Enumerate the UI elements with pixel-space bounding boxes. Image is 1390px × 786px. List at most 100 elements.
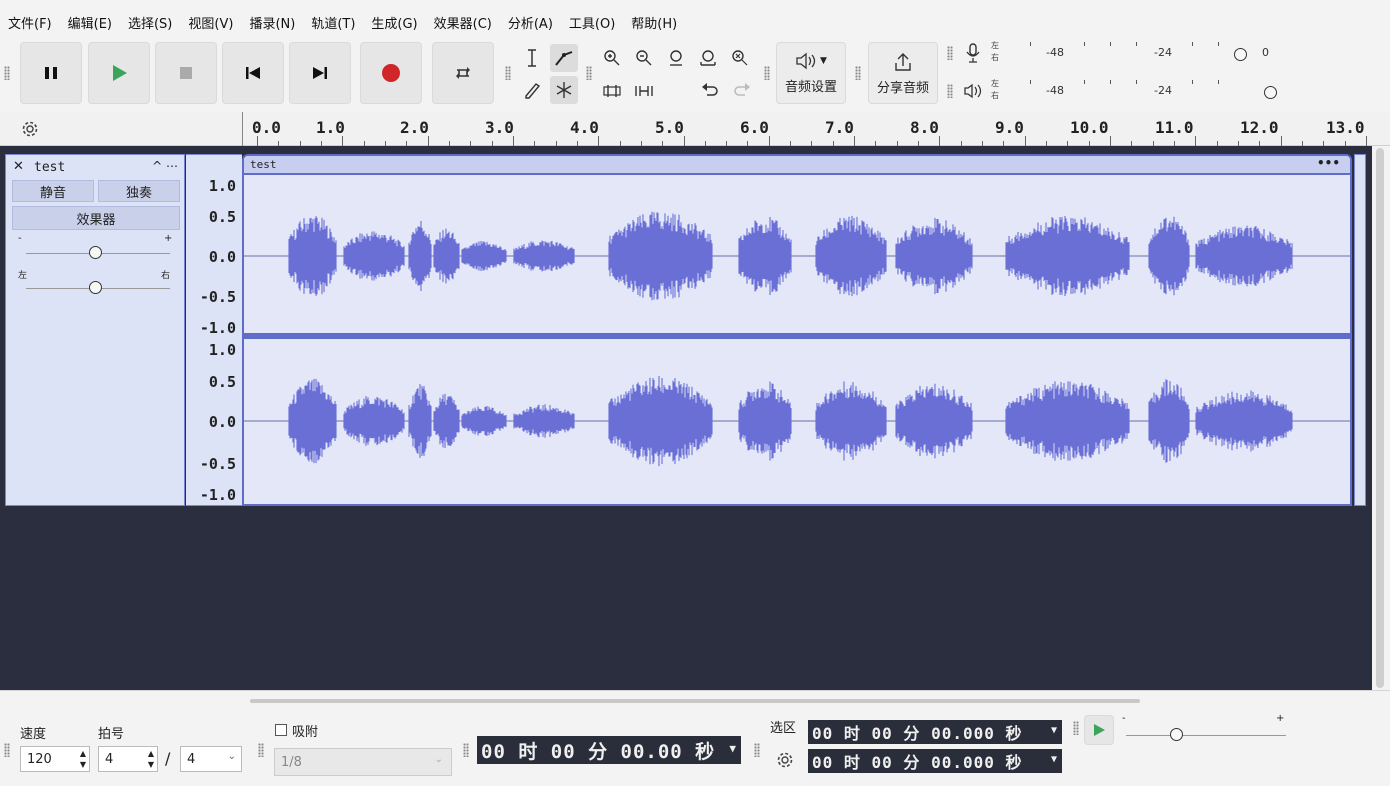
redo-icon[interactable]: [728, 78, 756, 104]
play-icon: [113, 65, 127, 81]
menu-tracks[interactable]: 轨道(T): [311, 13, 355, 32]
selection-end-value: 00 时 00 分 00.000 秒: [812, 753, 1023, 772]
zoom-in-icon[interactable]: [598, 44, 626, 72]
vertical-scroll-handle[interactable]: [1354, 154, 1366, 506]
record-button[interactable]: [360, 42, 422, 104]
microphone-icon[interactable]: [960, 40, 986, 66]
time-display[interactable]: 00 时 00 分 00.00 秒 ▼: [477, 736, 741, 764]
audio-clip[interactable]: test •••: [242, 154, 1352, 506]
stop-button[interactable]: [155, 42, 217, 104]
snap-select[interactable]: 1/8 ⌄: [274, 748, 452, 776]
menu-tools[interactable]: 工具(O): [569, 13, 615, 32]
share-upload-icon: [895, 52, 911, 71]
play-meter-scale-48: -48: [1046, 84, 1064, 97]
menu-help[interactable]: 帮助(H): [631, 13, 677, 32]
meter-tick: [1136, 80, 1137, 84]
ruler-label: 8.0: [910, 118, 939, 137]
toolbar-grip[interactable]: [258, 743, 264, 757]
toolbar-grip[interactable]: [855, 66, 861, 80]
pause-button[interactable]: [20, 42, 82, 104]
scale-label: 0.0: [208, 413, 236, 431]
selection-tool-icon[interactable]: [518, 44, 546, 72]
beats-lower-select[interactable]: 4 ⌄: [180, 746, 242, 772]
playback-speed-knob[interactable]: [1170, 728, 1183, 741]
toolbar-grip[interactable]: [764, 66, 770, 80]
ruler-label: 12.0: [1240, 118, 1279, 137]
toolbar-grip[interactable]: [586, 66, 592, 80]
track-name[interactable]: test: [34, 160, 65, 175]
scale-label: 0.5: [208, 208, 236, 226]
toolbar-grip[interactable]: [4, 66, 10, 80]
dropdown-arrow-icon[interactable]: ▼: [729, 742, 737, 755]
envelope-tool-icon[interactable]: [550, 44, 578, 72]
menu-select[interactable]: 选择(S): [128, 13, 172, 32]
selection-settings-gear-icon[interactable]: [772, 747, 798, 773]
record-meter[interactable]: -48 -24 0: [1006, 40, 1280, 70]
undo-icon[interactable]: [696, 78, 724, 104]
silence-icon[interactable]: [630, 78, 658, 104]
beats-upper-input[interactable]: 4 ▲ ▼: [98, 746, 158, 772]
zoom-toggle-icon[interactable]: [726, 44, 754, 72]
skip-start-button[interactable]: [222, 42, 284, 104]
ruler-tick: [1365, 136, 1367, 146]
menu-transport[interactable]: 播录(N): [249, 13, 295, 32]
trim-icon[interactable]: [598, 78, 626, 104]
timeline-ruler[interactable]: 0.0 1.0 2.0 3.0 4.0 5.0 6.0 7.0 8.0 9.0 …: [0, 112, 1390, 146]
rec-meter-left-label: 左: [991, 41, 999, 50]
menu-effect[interactable]: 效果器(C): [434, 13, 492, 32]
ruler-label: 3.0: [485, 118, 514, 137]
toolbar-grip[interactable]: [4, 743, 10, 757]
menu-file[interactable]: 文件(F): [8, 13, 52, 32]
share-audio-button[interactable]: 分享音频: [868, 42, 938, 104]
track-menu-button[interactable]: ^ ⋯: [152, 159, 178, 173]
toolbar-grip[interactable]: [754, 743, 760, 757]
loop-button[interactable]: [432, 42, 494, 104]
draw-tool-icon[interactable]: [518, 76, 546, 104]
menu-edit[interactable]: 编辑(E): [68, 13, 112, 32]
fit-selection-icon[interactable]: [662, 44, 690, 72]
toolbar-grip[interactable]: [1073, 721, 1079, 735]
menu-analyze[interactable]: 分析(A): [508, 13, 553, 32]
track-close-button[interactable]: ✕: [13, 159, 24, 174]
dropdown-arrow-icon[interactable]: ▼: [1051, 725, 1058, 736]
playback-speed-slider[interactable]: [1126, 735, 1286, 736]
fit-project-icon[interactable]: [694, 44, 722, 72]
menu-generate[interactable]: 生成(G): [371, 13, 417, 32]
playback-meter[interactable]: -48 -24: [1006, 78, 1280, 108]
zoom-out-icon[interactable]: [630, 44, 658, 72]
dropdown-arrow-icon[interactable]: ▼: [1051, 754, 1058, 765]
solo-button[interactable]: 独奏: [98, 180, 180, 202]
skip-end-button[interactable]: [289, 42, 351, 104]
rec-level-knob[interactable]: [1234, 48, 1247, 61]
play-level-knob[interactable]: [1264, 86, 1277, 99]
horizontal-scrollbar[interactable]: [250, 699, 1140, 703]
spin-arrows-icon[interactable]: ▲ ▼: [80, 748, 86, 770]
toolbar-grip[interactable]: [463, 743, 469, 757]
spin-arrows-icon[interactable]: ▲ ▼: [148, 748, 154, 770]
scrollbar-thumb[interactable]: [1376, 148, 1384, 688]
snap-checkbox[interactable]: [275, 724, 287, 736]
mute-button[interactable]: 静音: [12, 180, 94, 202]
selection-start-value: 00 时 00 分 00.000 秒: [812, 724, 1023, 743]
audio-settings-button[interactable]: ▼ 音频设置: [776, 42, 846, 104]
speaker-icon[interactable]: [960, 78, 986, 104]
tempo-input[interactable]: 120 ▲ ▼: [20, 746, 90, 772]
ruler-label: 1.0: [316, 118, 345, 137]
selection-start-time[interactable]: 00 时 00 分 00.000 秒 ▼: [808, 720, 1062, 744]
scale-label: -0.5: [199, 288, 236, 306]
menu-view[interactable]: 视图(V): [188, 13, 233, 32]
play-button[interactable]: [88, 42, 150, 104]
toolbar-grip[interactable]: [947, 46, 953, 60]
multi-tool-icon[interactable]: [550, 76, 578, 104]
toolbar-grip[interactable]: [505, 66, 511, 80]
track-area[interactable]: ✕ test ^ ⋯ 静音 独奏 效果器 - + 左 右 1.0 0.5 0.0…: [0, 146, 1372, 690]
pan-slider-knob[interactable]: [89, 281, 102, 294]
ruler-tick: [683, 136, 685, 146]
gain-slider-knob[interactable]: [89, 246, 102, 259]
play-at-speed-button[interactable]: [1084, 715, 1114, 745]
meter-tick: [1192, 42, 1193, 46]
vertical-scrollbar[interactable]: [1372, 146, 1390, 690]
selection-end-time[interactable]: 00 时 00 分 00.000 秒 ▼: [808, 749, 1062, 773]
effects-button[interactable]: 效果器: [12, 206, 180, 230]
toolbar-grip[interactable]: [947, 84, 953, 98]
